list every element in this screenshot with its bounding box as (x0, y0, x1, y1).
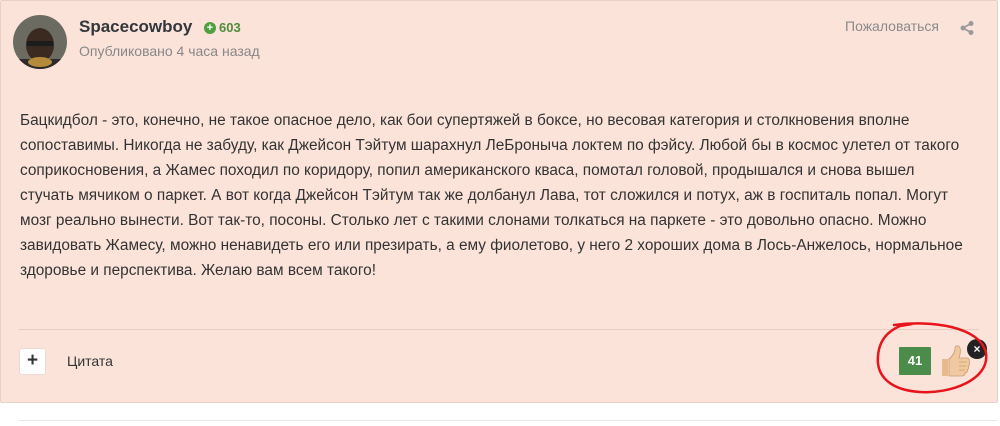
post-timestamp: Опубликовано 4 часа назад (79, 43, 260, 59)
page-divider (18, 420, 998, 421)
reputation-badge: + 603 (204, 20, 241, 35)
share-icon[interactable] (959, 20, 975, 36)
report-link[interactable]: Пожаловаться (845, 18, 939, 34)
avatar[interactable] (13, 15, 67, 69)
post-body: Бацкидбол - это, конечно, не такое опасн… (20, 108, 968, 283)
forum-post: Spacecowboy + 603 Опубликовано 4 часа на… (0, 0, 998, 403)
divider (19, 329, 979, 330)
multiquote-button[interactable]: + (20, 349, 45, 374)
quote-button[interactable]: Цитата (67, 353, 113, 369)
plus-icon: + (204, 21, 216, 34)
annotation-circle (876, 322, 988, 394)
reputation-count: 603 (219, 20, 241, 35)
author-name[interactable]: Spacecowboy (79, 17, 192, 37)
post-paragraph: Бацкидбол - это, конечно, не такое опасн… (20, 112, 963, 279)
